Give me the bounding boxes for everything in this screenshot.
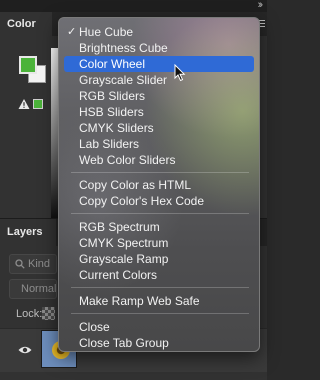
menu-item-web-color-sliders[interactable]: Web Color Sliders xyxy=(64,152,254,168)
menu-item-brightness-cube[interactable]: Brightness Cube xyxy=(64,40,254,56)
kind-filter-label: Kind xyxy=(28,258,51,270)
visibility-eye-icon[interactable] xyxy=(18,345,32,355)
foreground-color-swatch[interactable] xyxy=(19,56,37,74)
gamut-corrected-swatch[interactable] xyxy=(33,99,43,109)
menu-item-label: Copy Color as HTML xyxy=(79,178,192,192)
menu-item-cmyk-sliders[interactable]: CMYK Sliders xyxy=(64,120,254,136)
menu-item-rgb-sliders[interactable]: RGB Sliders xyxy=(64,88,254,104)
menu-item-label: RGB Spectrum xyxy=(79,220,160,234)
menu-item-hsb-sliders[interactable]: HSB Sliders xyxy=(64,104,254,120)
menu-item-copy-color-hex-code[interactable]: Copy Color's Hex Code xyxy=(64,193,254,209)
menu-item-label: Current Colors xyxy=(79,268,158,282)
menu-item-label: Copy Color's Hex Code xyxy=(79,194,205,208)
search-icon xyxy=(15,259,25,269)
mouse-pointer-icon xyxy=(174,64,186,82)
menu-item-label: CMYK Sliders xyxy=(79,121,154,135)
menu-item-make-ramp-web-safe[interactable]: Make Ramp Web Safe xyxy=(64,293,254,309)
menu-item-hue-cube[interactable]: ✓ Hue Cube xyxy=(64,24,254,40)
menu-item-label: Close Tab Group xyxy=(79,336,169,350)
menu-separator xyxy=(71,313,249,314)
menu-separator xyxy=(71,287,249,288)
menu-separator xyxy=(71,213,249,214)
color-panel-context-menu: ✓ Hue Cube Brightness Cube Color Wheel G… xyxy=(58,17,260,352)
menu-item-label: Web Color Sliders xyxy=(79,153,176,167)
menu-item-label: RGB Sliders xyxy=(79,89,146,103)
menu-item-color-wheel[interactable]: Color Wheel xyxy=(64,56,254,72)
menu-item-label: Grayscale Ramp xyxy=(79,252,169,266)
menu-item-label: HSB Sliders xyxy=(79,105,144,119)
menu-item-cmyk-spectrum[interactable]: CMYK Spectrum xyxy=(64,235,254,251)
menu-item-label: Lab Sliders xyxy=(79,137,140,151)
menu-item-copy-color-as-html[interactable]: Copy Color as HTML xyxy=(64,177,254,193)
collapse-panels-icon[interactable]: ›› xyxy=(258,0,264,11)
menu-item-label: Hue Cube xyxy=(79,25,134,39)
lock-transparent-pixels-icon[interactable] xyxy=(42,307,55,320)
menu-item-label: Make Ramp Web Safe xyxy=(79,294,200,308)
menu-item-close[interactable]: Close xyxy=(64,319,254,335)
menu-item-close-tab-group[interactable]: Close Tab Group xyxy=(64,335,254,351)
menu-item-current-colors[interactable]: Current Colors xyxy=(64,267,254,283)
menu-item-label: CMYK Spectrum xyxy=(79,236,169,250)
blend-mode-dropdown[interactable]: Normal xyxy=(9,279,57,299)
out-of-gamut-warning-icon[interactable] xyxy=(18,98,30,110)
menu-item-label: Grayscale Slider xyxy=(79,73,168,87)
tab-layers[interactable]: Layers xyxy=(0,219,56,246)
tab-color[interactable]: Color xyxy=(0,12,52,36)
menu-item-rgb-spectrum[interactable]: RGB Spectrum xyxy=(64,219,254,235)
blend-mode-label: Normal xyxy=(21,283,57,295)
menu-item-lab-sliders[interactable]: Lab Sliders xyxy=(64,136,254,152)
menu-item-label: Color Wheel xyxy=(79,57,146,71)
panel-dock-header: ›› xyxy=(0,0,267,12)
menu-item-label: Brightness Cube xyxy=(79,41,168,55)
kind-filter-dropdown[interactable]: Kind xyxy=(9,254,57,274)
lock-label: Lock: xyxy=(16,308,43,320)
menu-item-grayscale-ramp[interactable]: Grayscale Ramp xyxy=(64,251,254,267)
checkmark-icon: ✓ xyxy=(67,26,77,38)
menu-item-label: Close xyxy=(79,320,110,334)
menu-item-grayscale-slider[interactable]: Grayscale Slider xyxy=(64,72,254,88)
menu-separator xyxy=(71,172,249,173)
